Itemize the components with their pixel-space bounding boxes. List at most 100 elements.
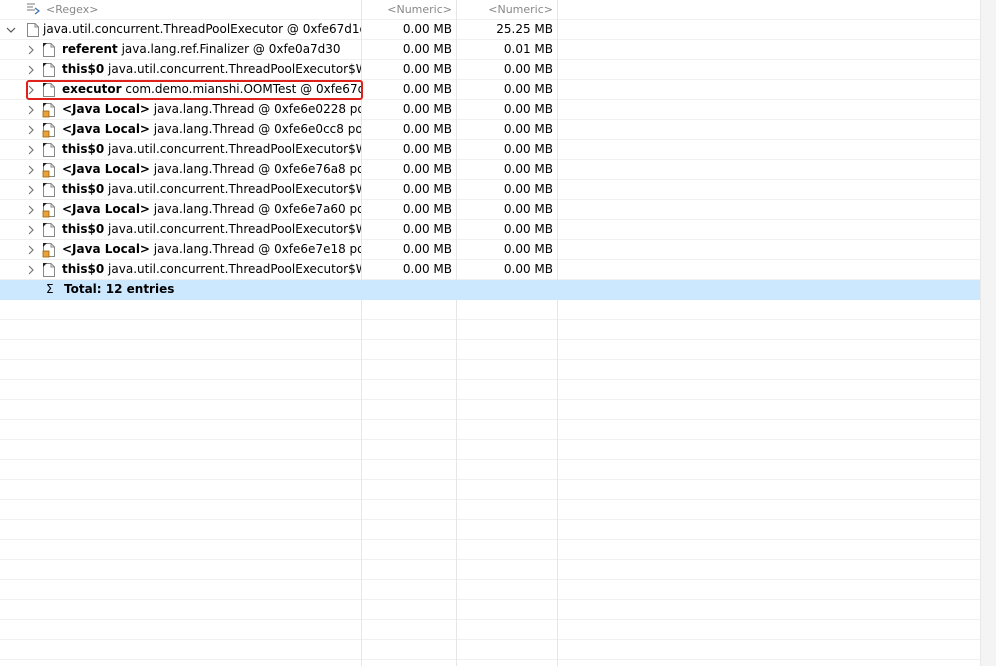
vertical-scrollbar[interactable]: [980, 0, 996, 666]
field-name: <Java Local>: [62, 102, 150, 116]
shallow-heap-value: 0.00 MB: [362, 260, 457, 280]
chevron-right-icon[interactable]: [26, 144, 36, 156]
chevron-right-icon[interactable]: [26, 244, 36, 256]
retained-heap-value: 0.00 MB: [457, 160, 558, 180]
retained-heap-value: 0.00 MB: [457, 240, 558, 260]
object-description: java.lang.Thread @ 0xfe6e0228 pool: [149, 102, 362, 116]
tree-child-row[interactable]: this$0 java.util.concurrent.ThreadPoolEx…: [0, 180, 980, 200]
chevron-right-icon[interactable]: [26, 264, 36, 276]
child-label: this$0 java.util.concurrent.ThreadPoolEx…: [62, 60, 362, 79]
object-file-icon: [42, 222, 56, 238]
empty-row: [0, 380, 980, 400]
object-description: java.util.concurrent.ThreadPoolExecutor$…: [104, 222, 362, 236]
shallow-heap-value: 0.00 MB: [362, 20, 457, 40]
child-label: this$0 java.util.concurrent.ThreadPoolEx…: [62, 180, 362, 199]
shallow-heap-value: 0.00 MB: [362, 240, 457, 260]
object-description: java.lang.Thread @ 0xfe6e7e18 pool: [149, 242, 362, 256]
child-label: <Java Local> java.lang.Thread @ 0xfe6e0c…: [62, 120, 362, 139]
object-description: com.demo.mianshi.OOMTest @ 0xfe67d1: [121, 82, 362, 96]
child-label: this$0 java.util.concurrent.ThreadPoolEx…: [62, 140, 361, 159]
tree-child-row[interactable]: <Java Local> java.lang.Thread @ 0xfe6e02…: [0, 100, 980, 120]
root-label: java.util.concurrent.ThreadPoolExecutor …: [43, 22, 362, 36]
object-description: java.util.concurrent.ThreadPoolExecutor$…: [104, 62, 362, 76]
field-name: <Java Local>: [62, 162, 150, 176]
empty-row: [0, 480, 980, 500]
filter-icon: [26, 2, 40, 16]
tree-child-row[interactable]: <Java Local> java.lang.Thread @ 0xfe6e0c…: [0, 120, 980, 140]
retained-heap-value: 0.00 MB: [457, 260, 558, 280]
shallow-heap-value: 0.00 MB: [362, 40, 457, 60]
chevron-right-icon[interactable]: [26, 44, 36, 56]
empty-row: [0, 600, 980, 620]
object-description: java.util.concurrent.ThreadPoolExecutor$…: [104, 182, 362, 196]
retained-heap-value: 0.00 MB: [457, 200, 558, 220]
shallow-heap-value: 0.00 MB: [362, 100, 457, 120]
retained-heap-value: 0.00 MB: [457, 180, 558, 200]
object-description: java.util.concurrent.ThreadPoolExecutor$…: [104, 262, 362, 276]
shallow-heap-value: 0.00 MB: [362, 180, 457, 200]
tree-child-row[interactable]: this$0 java.util.concurrent.ThreadPoolEx…: [0, 260, 980, 280]
field-name: this$0: [62, 142, 105, 156]
tree-child-row[interactable]: <Java Local> java.lang.Thread @ 0xfe6e7e…: [0, 240, 980, 260]
empty-row: [0, 500, 980, 520]
thread-icon: [42, 242, 56, 258]
retained-heap-value: 0.01 MB: [457, 40, 558, 60]
retained-heap-value: 0.00 MB: [457, 140, 558, 160]
tree-root-row[interactable]: java.util.concurrent.ThreadPoolExecutor …: [0, 20, 980, 40]
child-label: <Java Local> java.lang.Thread @ 0xfe6e7e…: [62, 240, 362, 259]
chevron-right-icon[interactable]: [26, 64, 36, 76]
filter-row: <Regex> <Numeric> <Numeric>: [0, 0, 980, 20]
empty-row: [0, 660, 980, 666]
empty-row: [0, 360, 980, 380]
object-description: java.lang.Thread @ 0xfe6e76a8 pool: [149, 162, 362, 176]
shallow-heap-value: 0.00 MB: [362, 160, 457, 180]
shallow-heap-value: 0.00 MB: [362, 120, 457, 140]
field-name: referent: [62, 42, 118, 56]
chevron-right-icon[interactable]: [26, 224, 36, 236]
chevron-right-icon[interactable]: [26, 164, 36, 176]
tree-child-row[interactable]: this$0 java.util.concurrent.ThreadPoolEx…: [0, 220, 980, 240]
shallow-heap-value: 0.00 MB: [362, 60, 457, 80]
retained-heap-value: 0.00 MB: [457, 120, 558, 140]
tree-child-row[interactable]: this$0 java.util.concurrent.ThreadPoolEx…: [0, 140, 980, 160]
field-name: this$0: [62, 62, 105, 76]
empty-row: [0, 620, 980, 640]
object-tree-table: <Regex> <Numeric> <Numeric> java.util.co…: [0, 0, 980, 666]
empty-row: [0, 420, 980, 440]
empty-row: [0, 340, 980, 360]
retained-heap-value: 0.00 MB: [457, 60, 558, 80]
retained-filter-input[interactable]: <Numeric>: [457, 0, 558, 20]
empty-row: [0, 520, 980, 540]
filter-cell-name[interactable]: <Regex>: [0, 0, 362, 20]
chevron-right-icon[interactable]: [26, 84, 36, 96]
object-file-icon: [42, 42, 56, 58]
thread-icon: [42, 162, 56, 178]
tree-child-row[interactable]: referent java.lang.ref.Finalizer @ 0xfe0…: [0, 40, 980, 60]
regex-filter-input[interactable]: <Regex>: [46, 0, 98, 19]
tree-child-row[interactable]: executor com.demo.mianshi.OOMTest @ 0xfe…: [0, 80, 980, 100]
shallow-heap-value: 0.00 MB: [362, 140, 457, 160]
field-name: <Java Local>: [62, 202, 150, 216]
tree-child-row[interactable]: this$0 java.util.concurrent.ThreadPoolEx…: [0, 60, 980, 80]
field-name: this$0: [62, 182, 105, 196]
object-description: java.lang.Thread @ 0xfe6e0cc8 pool: [149, 122, 362, 136]
child-label: <Java Local> java.lang.Thread @ 0xfe6e02…: [62, 100, 362, 119]
object-description: java.lang.Thread @ 0xfe6e7a60 pool: [149, 202, 362, 216]
chevron-right-icon[interactable]: [26, 204, 36, 216]
tree-child-row[interactable]: <Java Local> java.lang.Thread @ 0xfe6e76…: [0, 160, 980, 180]
empty-row: [0, 540, 980, 560]
object-file-icon: [42, 142, 56, 158]
chevron-right-icon[interactable]: [26, 184, 36, 196]
total-row[interactable]: Σ Total: 12 entries: [0, 280, 980, 300]
chevron-down-icon[interactable]: [6, 24, 16, 36]
shallow-filter-input[interactable]: <Numeric>: [362, 0, 457, 20]
field-name: this$0: [62, 262, 105, 276]
tree-child-row[interactable]: <Java Local> java.lang.Thread @ 0xfe6e7a…: [0, 200, 980, 220]
empty-row: [0, 440, 980, 460]
chevron-right-icon[interactable]: [26, 124, 36, 136]
shallow-heap-value: 0.00 MB: [362, 200, 457, 220]
thread-icon: [42, 122, 56, 138]
chevron-right-icon[interactable]: [26, 104, 36, 116]
child-label: this$0 java.util.concurrent.ThreadPoolEx…: [62, 260, 362, 279]
object-file-icon: [42, 82, 56, 98]
